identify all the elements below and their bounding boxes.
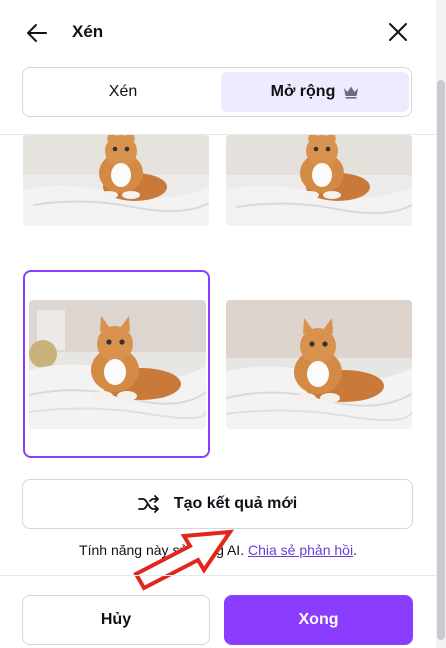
cancel-label: Hủy [100,611,132,628]
ai-notice-suffix: . [353,542,357,558]
crown-icon [344,86,359,99]
feedback-link[interactable]: Chia sẻ phản hồi [248,542,353,558]
panel-header: Xén [0,0,436,66]
result-thumbnail[interactable] [226,300,412,429]
tab-crop-label: Xén [108,83,138,100]
result-thumbnail[interactable] [226,135,412,226]
tab-expand[interactable]: Mở rộng [221,72,409,112]
divider [0,575,436,576]
done-button[interactable]: Xong [224,595,413,645]
annotation-arrow-icon [133,529,235,591]
done-label: Xong [298,611,339,628]
back-button[interactable] [24,20,50,46]
scrollbar-thumb[interactable] [437,80,445,640]
mode-tabs: Xén Mở rộng [22,67,412,117]
result-thumbnail[interactable] [23,135,209,226]
page-title: Xén [72,22,104,41]
cancel-button[interactable]: Hủy [22,595,210,645]
expand-panel: Xén Xén Mở rộng Tạo kết quả mới Tính năn… [0,0,436,648]
tab-expand-label: Mở rộng [270,83,336,100]
tab-crop[interactable]: Xén [27,72,219,112]
generate-label: Tạo kết quả mới [173,495,298,512]
selected-result-frame[interactable] [23,270,210,458]
shuffle-icon [137,495,159,513]
close-icon [389,23,407,41]
arrow-left-icon [27,24,47,42]
close-button[interactable] [386,20,410,44]
